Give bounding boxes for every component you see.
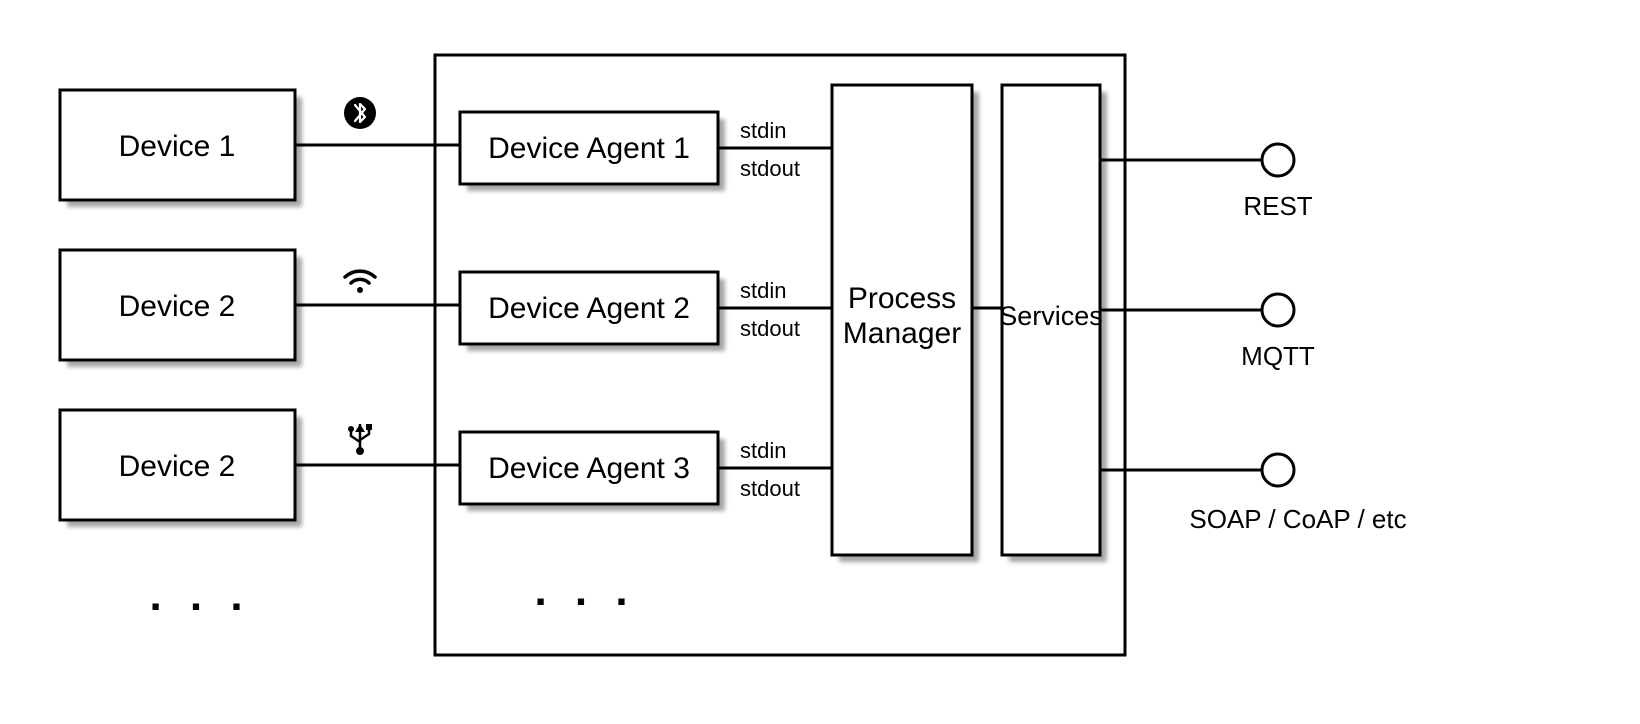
bluetooth-icon: [344, 97, 376, 129]
device-label: Device 2: [119, 450, 236, 483]
device-label: Device 2: [119, 290, 236, 323]
agent-label: Device Agent 3: [488, 452, 690, 485]
ellipsis-icon: . . .: [149, 571, 250, 620]
endpoint-circle: [1262, 294, 1294, 326]
process-manager-label-2: Manager: [843, 317, 961, 350]
stdin-label: stdin: [740, 118, 786, 143]
architecture-diagram: Device 1 Device 2 Device 2 . . . Device …: [0, 0, 1640, 724]
stdin-label: stdin: [740, 438, 786, 463]
stdin-label: stdin: [740, 278, 786, 303]
agent-label: Device Agent 1: [488, 132, 690, 165]
protocol-label: MQTT: [1241, 341, 1315, 371]
services-label: Services: [999, 301, 1103, 331]
endpoint-circle: [1262, 144, 1294, 176]
wifi-icon: [345, 271, 375, 293]
device-label: Device 1: [119, 130, 236, 163]
ellipsis-icon: . . .: [534, 566, 635, 615]
usb-icon: [348, 424, 372, 455]
protocol-label: REST: [1243, 191, 1312, 221]
stdout-label: stdout: [740, 476, 800, 501]
stdout-label: stdout: [740, 156, 800, 181]
agent-label: Device Agent 2: [488, 292, 690, 325]
process-manager-label-1: Process: [848, 282, 956, 315]
protocol-label: SOAP / CoAP / etc: [1189, 504, 1406, 534]
endpoint-circle: [1262, 454, 1294, 486]
stdout-label: stdout: [740, 316, 800, 341]
